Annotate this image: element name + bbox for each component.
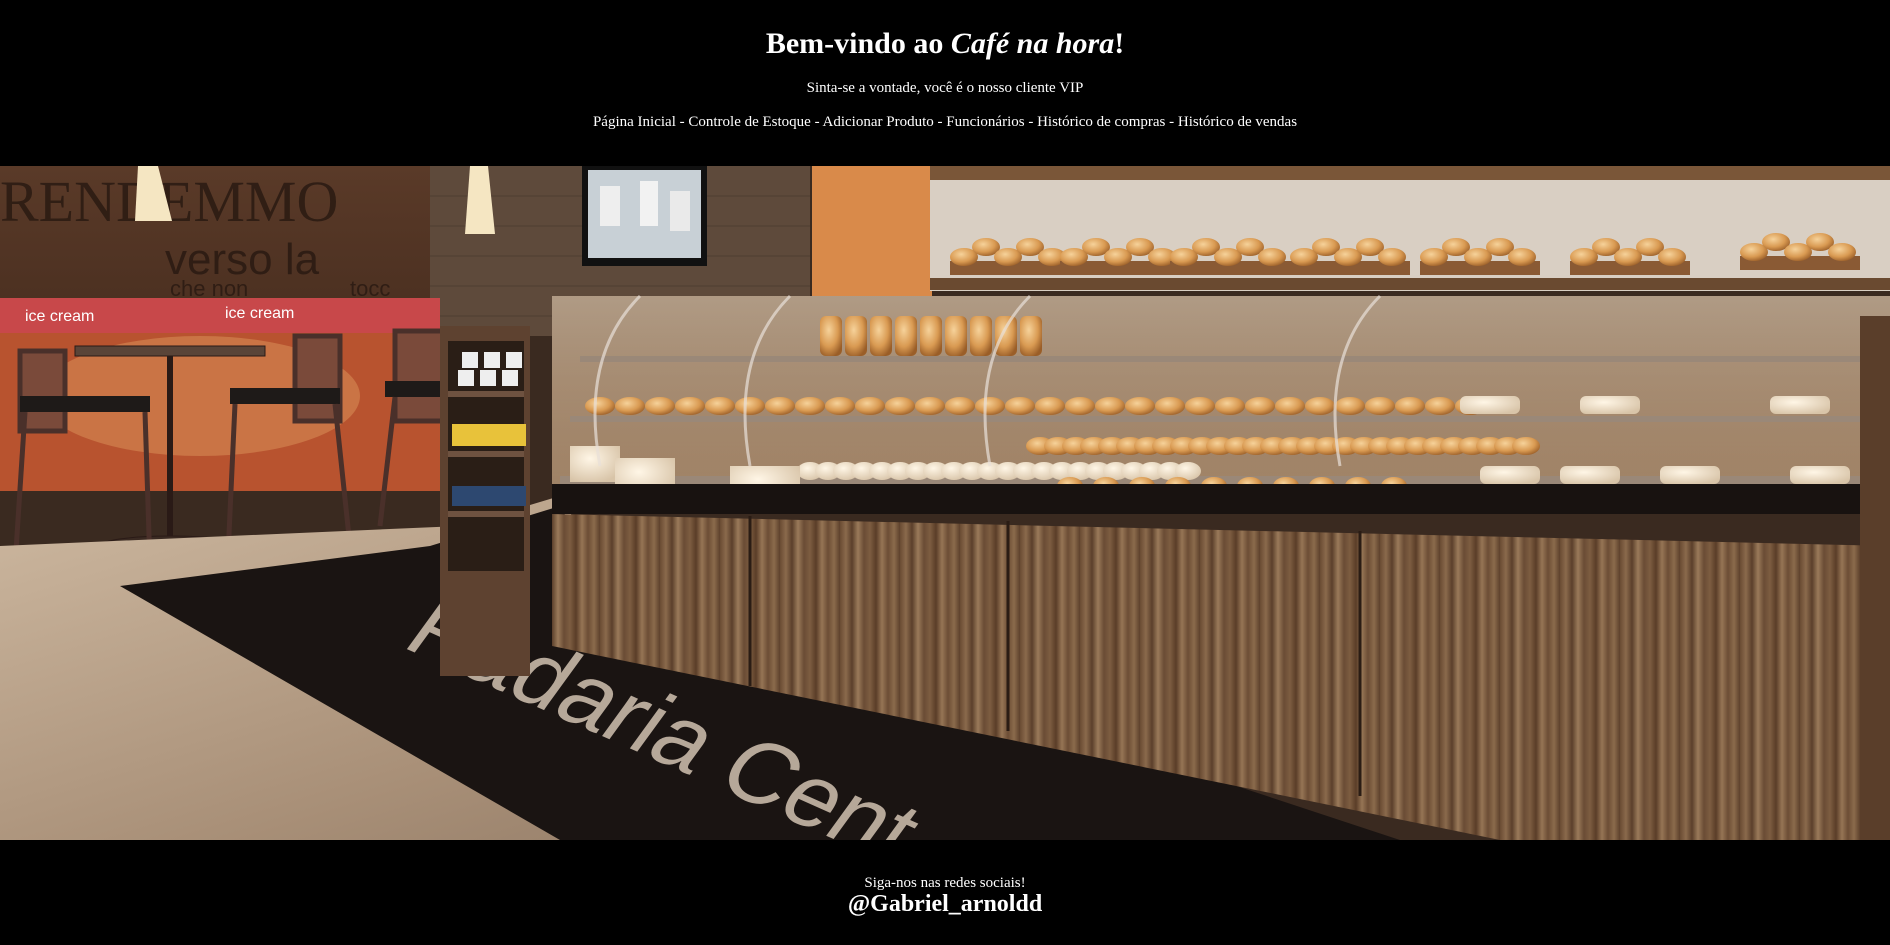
page-subtitle: Sinta-se a vontade, você é o nosso clien…: [806, 80, 1084, 96]
nav-link-pagina-inicial[interactable]: Página Inicial: [593, 114, 676, 130]
nav-separator: -: [1024, 114, 1038, 130]
nav-link-historico-vendas[interactable]: Histórico de vendas: [1178, 114, 1297, 130]
svg-text:tocc: tocc: [350, 276, 390, 301]
nav-separator: -: [675, 114, 689, 130]
title-prefix: Bem-vindo ao: [765, 27, 951, 60]
title-brand: Café na hora: [950, 27, 1115, 60]
nav-link-adicionar-produto[interactable]: Adicionar Produto: [823, 114, 934, 130]
ice-cream-label: ice cream: [25, 308, 94, 325]
nav-separator: -: [933, 114, 947, 130]
counter-top: [552, 484, 1890, 514]
site-footer: Siga-nos nas redes sociais! @Gabriel_arn…: [0, 840, 1890, 945]
ice-cream-label: ice cream: [225, 305, 294, 322]
social-handle[interactable]: @Gabriel_arnoldd: [0, 891, 1890, 918]
nav-separator: -: [1165, 114, 1178, 130]
nav-link-funcionarios[interactable]: Funcionários: [946, 114, 1024, 130]
site-header: Bem-vindo ao Café na hora! Sinta-se a vo…: [0, 0, 1890, 166]
page-title: Bem-vindo ao Café na hora!: [0, 27, 1890, 61]
follow-text: Siga-nos nas redes sociais!: [864, 875, 1026, 891]
main-nav: Página Inicial - Controle de Estoque - A…: [0, 114, 1890, 131]
svg-text:RENDEMMO: RENDEMMO: [0, 169, 338, 234]
nav-link-historico-compras[interactable]: Histórico de compras: [1037, 114, 1165, 130]
hero-bakery-image: RENDEMMO verso la che non tocc ice cream…: [0, 166, 1890, 840]
bakery-illustration: RENDEMMO verso la che non tocc ice cream…: [0, 166, 1890, 840]
nav-separator: -: [810, 114, 823, 130]
svg-text:che non: che non: [170, 276, 248, 301]
nav-link-controle-estoque[interactable]: Controle de Estoque: [688, 114, 810, 130]
title-suffix: !: [1114, 27, 1125, 60]
cup-shelf: [440, 326, 530, 676]
right-wood-column: [1860, 316, 1890, 840]
